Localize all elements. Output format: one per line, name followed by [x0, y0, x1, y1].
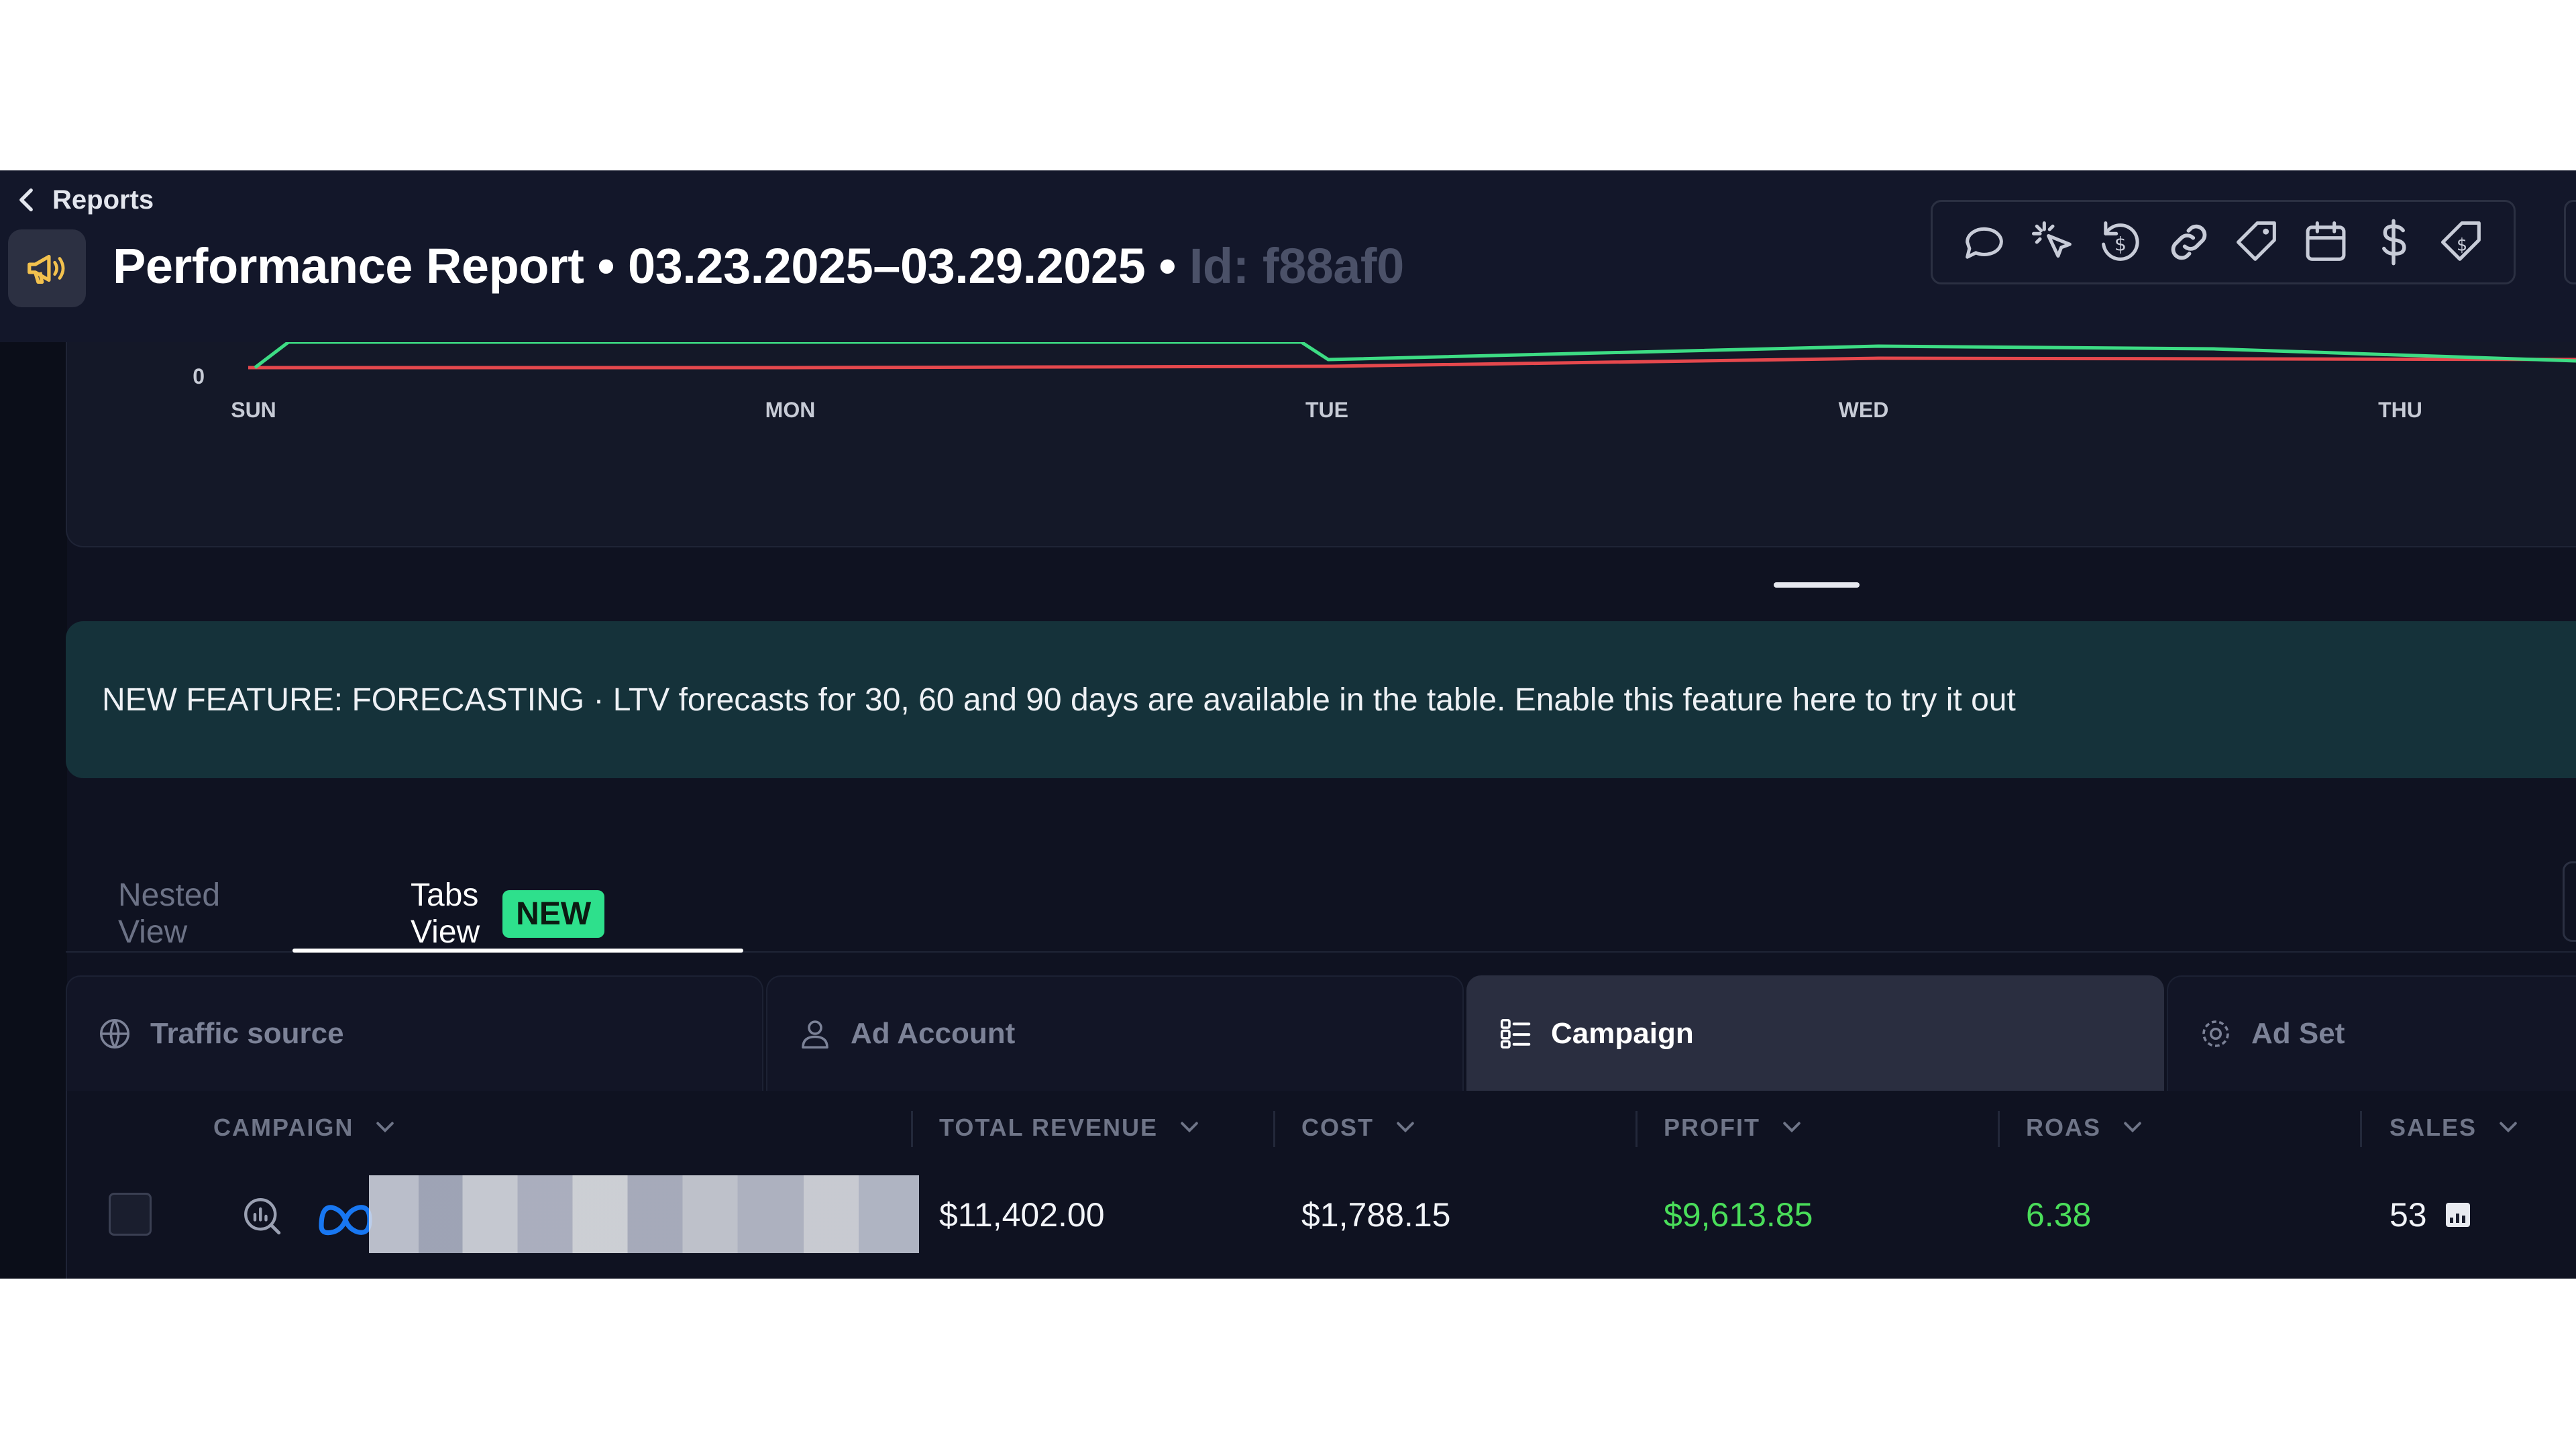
breakdown-level-tabs: Traffic source Ad Account Campaign Ad Se… [66, 975, 2576, 1091]
forecasting-feature-banner[interactable]: NEW FEATURE: FORECASTING · LTV forecasts… [66, 621, 2576, 778]
column-total-revenue-label: TOTAL REVENUE [939, 1114, 1159, 1141]
chart-canvas: 0 SUN MON TUE WED THU [193, 342, 2576, 422]
x-label-sun: SUN [231, 398, 276, 422]
click-icon[interactable] [2025, 214, 2081, 270]
column-campaign-label: CAMPAIGN [213, 1114, 354, 1141]
cell-sales-value: 53 [2390, 1196, 2427, 1234]
tab-nested-view-label: Nested View [118, 877, 221, 950]
table-header: CAMPAIGN TOTAL REVENUE COST PROFIT ROAS [67, 1091, 2576, 1165]
price-tag-icon[interactable]: $ [2434, 214, 2490, 270]
chevron-left-icon [19, 188, 33, 212]
tab-ad-set-label: Ad Set [2251, 1017, 2345, 1050]
tab-traffic-source-label: Traffic source [150, 1017, 344, 1050]
back-to-reports-link[interactable]: Reports [17, 180, 154, 220]
tab-tabs-view[interactable]: Tabs View NEW [411, 875, 605, 953]
chevron-down-icon [1397, 1122, 1414, 1133]
back-label: Reports [52, 184, 154, 215]
column-separator [2360, 1111, 2362, 1147]
chevron-down-icon [2500, 1122, 2517, 1133]
column-sales-label: SALES [2390, 1114, 2477, 1141]
cell-cost: $1,788.15 [1301, 1196, 1451, 1234]
column-header-profit[interactable]: PROFIT [1664, 1091, 1801, 1165]
chart-scroll-indicator[interactable] [1774, 582, 1860, 588]
tab-ad-account[interactable]: Ad Account [766, 975, 1464, 1091]
page-title: Performance Report • 03.23.2025–03.29.20… [113, 237, 1404, 294]
column-header-cost[interactable]: COST [1301, 1091, 1414, 1165]
cell-sales: 53 [2390, 1165, 2470, 1265]
x-label-thu: THU [2378, 398, 2422, 422]
chevron-down-icon [376, 1122, 394, 1133]
performance-chart: 0 SUN MON TUE WED THU [66, 342, 2576, 547]
tab-traffic-source[interactable]: Traffic source [66, 975, 763, 1091]
campaign-table: CAMPAIGN TOTAL REVENUE COST PROFIT ROAS [66, 1091, 2576, 1279]
active-tab-underline [292, 949, 743, 953]
column-separator [911, 1111, 913, 1147]
inspect-icon[interactable] [240, 1194, 284, 1238]
meta-logo-icon [319, 1205, 372, 1236]
column-profit-label: PROFIT [1664, 1114, 1760, 1141]
link-icon[interactable] [2161, 214, 2217, 270]
svg-text:$: $ [2457, 235, 2467, 255]
redacted-campaign-name [369, 1175, 919, 1253]
y-axis-zero-label: 0 [193, 364, 205, 388]
column-cost-label: COST [1301, 1114, 1375, 1141]
megaphone-icon [28, 254, 65, 284]
column-header-sales[interactable]: SALES [2390, 1091, 2517, 1165]
message-icon[interactable] [1956, 214, 2012, 270]
cell-total-revenue: $11,402.00 [939, 1196, 1105, 1234]
red-series-line [248, 356, 2576, 370]
column-header-roas[interactable]: ROAS [2026, 1091, 2141, 1165]
report-type-icon [8, 229, 86, 307]
user-icon [802, 1020, 828, 1049]
x-label-wed: WED [1839, 398, 1889, 422]
column-header-total-revenue[interactable]: TOTAL REVENUE [939, 1091, 1198, 1165]
list-icon [1500, 1018, 1531, 1049]
tab-tabs-view-label: Tabs View [411, 877, 480, 950]
tab-campaign-label: Campaign [1551, 1017, 1694, 1050]
new-badge: NEW [502, 890, 605, 938]
side-panel-toggle[interactable] [2563, 861, 2576, 942]
report-id: Id: f88af0 [1189, 238, 1404, 294]
app-window: Reports Performance Report • 03.23.2025–… [0, 170, 2576, 1279]
row-select-checkbox[interactable] [109, 1193, 152, 1236]
x-label-tue: TUE [1305, 398, 1348, 422]
tab-ad-set[interactable]: Ad Set [2167, 975, 2576, 1091]
column-separator [1998, 1111, 2000, 1147]
toolbar-overflow-button[interactable] [2564, 200, 2576, 284]
chevron-down-icon [1783, 1122, 1801, 1133]
tab-nested-view[interactable]: Nested View [118, 875, 220, 953]
tab-campaign[interactable]: Campaign [1466, 975, 2164, 1091]
globe-icon [99, 1018, 130, 1049]
tag-icon[interactable] [2229, 214, 2286, 270]
chevron-down-icon [1181, 1122, 1198, 1133]
calendar-icon[interactable] [2298, 214, 2354, 270]
dollar-icon[interactable] [2365, 214, 2422, 270]
column-roas-label: ROAS [2026, 1114, 2102, 1141]
table-row[interactable]: $11,402.00 $1,788.15 $9,613.85 6.38 53 [67, 1165, 2576, 1265]
report-toolbar: $ $ [1931, 200, 2516, 284]
chevron-down-icon [2124, 1122, 2141, 1133]
column-separator [1635, 1111, 1638, 1147]
svg-text:$: $ [2114, 233, 2127, 256]
refund-icon[interactable]: $ [2092, 214, 2149, 270]
report-title: Performance Report • 03.23.2025–03.29.20… [113, 238, 1189, 294]
cell-roas: 6.38 [2026, 1196, 2092, 1234]
cell-profit: $9,613.85 [1664, 1196, 1813, 1234]
sales-breakdown-icon[interactable] [2445, 1203, 2470, 1227]
gear-icon [2202, 1020, 2229, 1047]
page-header: Reports Performance Report • 03.23.2025–… [0, 170, 2576, 342]
tab-ad-account-label: Ad Account [851, 1017, 1016, 1050]
screenshot-stage: Reports Performance Report • 03.23.2025–… [0, 0, 2576, 1449]
column-separator [1273, 1111, 1275, 1147]
column-header-campaign[interactable]: CAMPAIGN [213, 1091, 394, 1165]
x-label-mon: MON [765, 398, 816, 422]
sidebar-edge [0, 342, 67, 1279]
